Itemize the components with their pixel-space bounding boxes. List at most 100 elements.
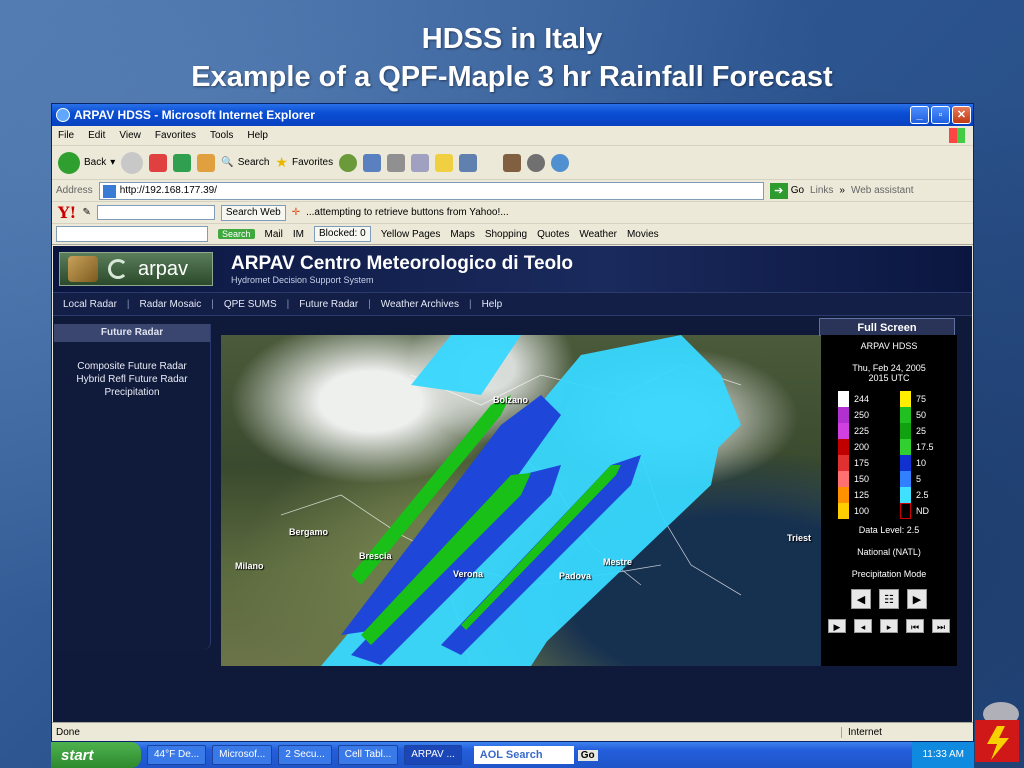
legend-label: 5 xyxy=(916,474,922,484)
legend-label: 10 xyxy=(916,458,927,468)
step-forward-button[interactable]: ▸ xyxy=(880,619,898,633)
start-button[interactable]: start xyxy=(51,742,141,768)
nav-qpe-sums[interactable]: QPE SUMS xyxy=(224,299,277,310)
web-assistant-button[interactable]: Web assistant xyxy=(851,185,914,196)
messenger-button[interactable] xyxy=(503,153,522,172)
back-button[interactable]: Back ▾ xyxy=(58,151,115,174)
address-input[interactable]: http://192.168.177.39/ xyxy=(98,181,764,200)
nav-local-radar[interactable]: Local Radar xyxy=(63,299,117,310)
nav-weather-archives[interactable]: Weather Archives xyxy=(381,299,459,310)
menu-bar: File Edit View Favorites Tools Help xyxy=(52,126,973,146)
back-label: Back xyxy=(84,157,107,168)
data-level: Data Level: 2.5 xyxy=(858,525,920,535)
movies-link[interactable]: Movies xyxy=(627,229,659,240)
sidebar-item-precipitation[interactable]: Precipitation xyxy=(54,386,210,399)
weather-link[interactable]: Weather xyxy=(579,229,617,240)
yellow-pages-link[interactable]: Yellow Pages xyxy=(381,229,441,240)
refresh-button[interactable] xyxy=(173,153,192,172)
first-frame-button[interactable]: ⏮ xyxy=(906,619,924,633)
left-legend-row: 175 xyxy=(838,455,878,471)
slide-title-line1: HDSS in Italy xyxy=(421,23,603,55)
status-zone: Internet xyxy=(841,726,973,738)
search-web-button[interactable]: Search Web xyxy=(220,204,286,221)
task-weather[interactable]: 44°F De... xyxy=(147,745,207,765)
aol-search-button[interactable]: Search xyxy=(218,229,255,239)
favorites-button[interactable]: ★ Favorites xyxy=(275,154,333,171)
nav-radar-mosaic[interactable]: Radar Mosaic xyxy=(140,299,202,310)
taskbar-aol-search[interactable]: AOL Search xyxy=(473,746,574,764)
legend-label: 250 xyxy=(854,410,870,420)
right-legend-row: 10 xyxy=(900,455,940,471)
site-subtitle: Hydromet Decision Support System xyxy=(231,275,374,285)
step-back-button[interactable]: ◂ xyxy=(854,619,872,633)
search-button[interactable]: 🔍 Search xyxy=(221,157,269,168)
mail-button[interactable] xyxy=(363,153,382,172)
maximize-button[interactable]: ▫ xyxy=(931,106,950,124)
forward-button[interactable] xyxy=(121,151,144,174)
play-button[interactable]: ▶ xyxy=(828,619,846,633)
sidebar-item-hybrid[interactable]: Hybrid Refl Future Radar xyxy=(54,373,210,386)
im-link[interactable]: IM xyxy=(293,229,304,240)
taskbar-go-button[interactable]: Go xyxy=(577,749,598,761)
nav-future-radar[interactable]: Future Radar xyxy=(299,299,358,310)
task-cell-table[interactable]: Cell Tabl... xyxy=(337,745,399,765)
task-security[interactable]: 2 Secu... xyxy=(278,745,332,765)
task-arpav[interactable]: ARPAV ... xyxy=(404,745,462,765)
radar-map[interactable]: Bolzano Bergamo Milano Brescia Verona Pa… xyxy=(221,335,821,666)
close-button[interactable]: ✕ xyxy=(952,106,971,124)
maps-link[interactable]: Maps xyxy=(450,229,474,240)
menu-tools[interactable]: Tools xyxy=(210,130,233,141)
legend-label: 244 xyxy=(854,394,870,404)
aol-search-input[interactable] xyxy=(56,226,208,242)
yahoo-logo[interactable]: Y! xyxy=(58,203,76,222)
left-legend-row: 250 xyxy=(838,407,878,423)
menu-edit[interactable]: Edit xyxy=(88,130,105,141)
arpav-logo[interactable]: arpav xyxy=(59,252,213,286)
legend-label: 2.5 xyxy=(916,490,929,500)
blocked-counter[interactable]: Blocked: 0 xyxy=(313,226,371,242)
print-button[interactable] xyxy=(387,153,406,172)
pencil-icon[interactable]: ✎ xyxy=(82,207,90,218)
map-label-bergamo: Bergamo xyxy=(289,527,329,537)
crosshair-icon[interactable]: ✛ xyxy=(292,207,300,218)
home-button[interactable] xyxy=(197,153,216,172)
task-microsoft[interactable]: Microsof... xyxy=(212,745,273,765)
research-button[interactable] xyxy=(459,153,478,172)
yahoo-search-input[interactable] xyxy=(96,205,215,220)
back-arrow-icon xyxy=(58,151,80,174)
chat-button[interactable] xyxy=(527,153,546,172)
last-frame-button[interactable]: ⏭ xyxy=(932,619,950,633)
links-button[interactable]: Links xyxy=(810,185,833,196)
nav-help[interactable]: Help xyxy=(482,299,503,310)
chevron-right-icon[interactable]: » xyxy=(839,185,845,196)
edit-button[interactable] xyxy=(411,153,430,172)
menu-help[interactable]: Help xyxy=(247,130,268,141)
menu-file[interactable]: File xyxy=(58,130,74,141)
minimize-button[interactable]: _ xyxy=(910,106,929,124)
mail-link[interactable]: Mail xyxy=(265,229,283,240)
system-tray-clock[interactable]: 11:33 AM xyxy=(912,742,974,768)
legend-swatch xyxy=(838,455,849,471)
list-icon[interactable]: ☷ xyxy=(879,589,899,609)
sidebar-item-composite[interactable]: Composite Future Radar xyxy=(54,360,210,373)
shopping-link[interactable]: Shopping xyxy=(485,229,527,240)
right-legend-row: 5 xyxy=(900,471,940,487)
legend-label: 175 xyxy=(854,458,870,468)
prev-mode-button[interactable]: ◀ xyxy=(851,589,871,609)
stop-button[interactable] xyxy=(149,153,168,172)
quotes-link[interactable]: Quotes xyxy=(537,229,569,240)
legend-swatch xyxy=(838,423,849,439)
contacts-button[interactable] xyxy=(551,153,570,172)
legend-swatch xyxy=(900,487,911,503)
discuss-button[interactable] xyxy=(435,153,454,172)
window-titlebar[interactable]: ARPAV HDSS - Microsoft Internet Explorer… xyxy=(52,104,973,126)
history-button[interactable] xyxy=(339,153,358,172)
menu-view[interactable]: View xyxy=(119,130,141,141)
page-content: arpav ARPAV Centro Meteorologico di Teol… xyxy=(53,246,972,723)
ie-icon xyxy=(56,108,70,122)
full-screen-button[interactable]: Full Screen xyxy=(819,318,955,336)
menu-favorites[interactable]: Favorites xyxy=(155,130,196,141)
go-button[interactable]: ➔ Go xyxy=(769,182,804,199)
next-mode-button[interactable]: ▶ xyxy=(907,589,927,609)
map-label-milano: Milano xyxy=(235,561,264,571)
